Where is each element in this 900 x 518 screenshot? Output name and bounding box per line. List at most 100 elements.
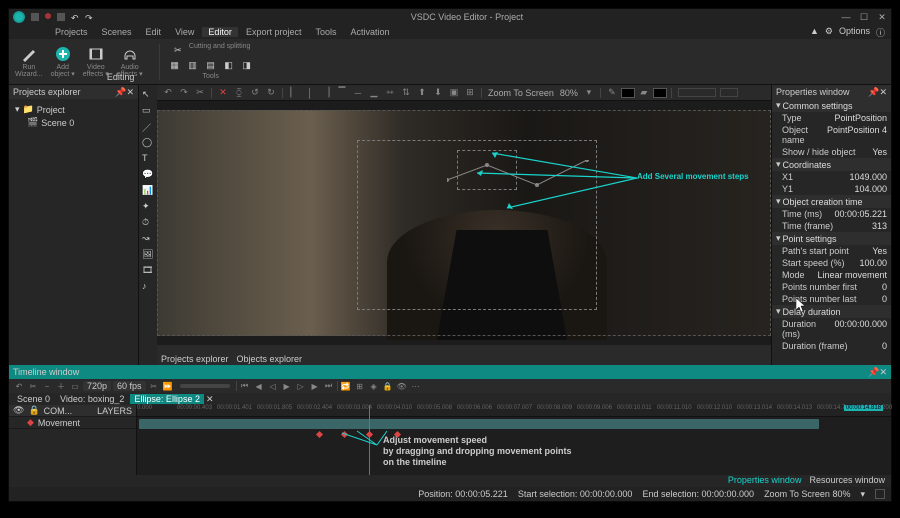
next-kf-icon[interactable]: ▷: [295, 381, 307, 391]
keyframe[interactable]: [341, 431, 348, 438]
playhead[interactable]: [369, 405, 370, 475]
lock-icon[interactable]: 🔒: [28, 405, 39, 416]
keyframe[interactable]: [366, 431, 373, 438]
tooltip-tool-icon[interactable]: 💬: [142, 169, 154, 181]
preview-canvas[interactable]: Add Several movement steps: [157, 101, 771, 345]
keyframe[interactable]: [316, 431, 323, 438]
gear-icon[interactable]: ⚙: [825, 26, 833, 39]
tree-node-scene[interactable]: 🎬 Scene 0: [27, 116, 132, 129]
dist-v-button[interactable]: ⇅: [399, 87, 413, 99]
timeline-track-area[interactable]: 0.00000:00:00.40300:00:01.40100:00:01.80…: [137, 405, 891, 475]
chevron-down-icon[interactable]: ▾: [860, 489, 865, 500]
spray-tool-icon[interactable]: ✦: [142, 201, 154, 213]
video-tool-icon[interactable]: 🎞: [142, 265, 154, 277]
property-row[interactable]: X11049.000: [772, 171, 891, 183]
new-icon[interactable]: [31, 13, 39, 21]
tl-zoomout-icon[interactable]: −: [41, 381, 53, 391]
fill-color-swatch[interactable]: [653, 88, 667, 98]
tl-speed-icon[interactable]: ⏩: [162, 381, 174, 391]
speed-slider[interactable]: [180, 384, 230, 388]
property-row[interactable]: Object namePointPosition 4: [772, 124, 891, 146]
tl-eye-icon[interactable]: 👁: [396, 381, 408, 391]
redo-icon[interactable]: ↷: [85, 13, 93, 21]
snap-button[interactable]: ⊞: [463, 87, 477, 99]
text-tool-icon[interactable]: T: [142, 153, 154, 165]
tl-split-icon[interactable]: ✂: [148, 381, 160, 391]
track-row[interactable]: ◆ Movement: [9, 417, 136, 429]
save-icon[interactable]: [57, 13, 65, 21]
property-row[interactable]: Points number last0: [772, 293, 891, 305]
property-row[interactable]: Duration (ms)00:00:00.000: [772, 318, 891, 340]
audio-tool-icon[interactable]: ♪: [142, 281, 154, 293]
property-row[interactable]: Path's start pointYes: [772, 245, 891, 257]
fill-color-icon[interactable]: ▰: [637, 87, 651, 99]
panel-close-icon[interactable]: ✕: [126, 87, 134, 98]
scissors-icon[interactable]: ✂: [171, 43, 185, 57]
next-frame-icon[interactable]: ▶: [309, 381, 321, 391]
prev-kf-icon[interactable]: ◁: [267, 381, 279, 391]
crumb-scene[interactable]: Scene 0: [13, 394, 54, 404]
tl-undo-icon[interactable]: ↶: [13, 381, 25, 391]
panel-close-icon[interactable]: ✕: [879, 87, 887, 98]
tl-cut-icon[interactable]: ✂: [27, 381, 39, 391]
redo-button[interactable]: ↷: [177, 87, 191, 99]
crumb-ellipse[interactable]: Ellipse: Ellipse 2: [130, 394, 204, 404]
movement-tool-icon[interactable]: ↝: [142, 233, 154, 245]
back-button[interactable]: ⬇: [431, 87, 445, 99]
property-row[interactable]: TypePointPosition: [772, 112, 891, 124]
align-top-button[interactable]: ▔: [335, 87, 349, 99]
info-icon[interactable]: ⓘ: [876, 26, 885, 39]
property-row[interactable]: Time (ms)00:00:05.221: [772, 208, 891, 220]
tl-snap-icon[interactable]: ⊞: [354, 381, 366, 391]
menu-projects[interactable]: Projects: [49, 27, 94, 37]
play-icon[interactable]: ▶: [281, 381, 293, 391]
group-button[interactable]: ▣: [447, 87, 461, 99]
menu-export[interactable]: Export project: [240, 27, 308, 37]
tool-3-icon[interactable]: ▤: [204, 58, 218, 72]
tab-properties[interactable]: Properties window: [728, 475, 802, 487]
goto-end-icon[interactable]: ⏭: [323, 381, 335, 391]
section-header[interactable]: ▾Delay duration: [772, 305, 891, 318]
tl-lock-icon[interactable]: 🔒: [382, 381, 394, 391]
tool-2-icon[interactable]: ▥: [186, 58, 200, 72]
property-row[interactable]: Points number first0: [772, 281, 891, 293]
menu-view[interactable]: View: [169, 27, 200, 37]
align-left-button[interactable]: ▏: [287, 87, 301, 99]
undo-icon[interactable]: ↶: [71, 13, 79, 21]
zoom-value[interactable]: 80%: [560, 88, 578, 98]
tab-objects-explorer[interactable]: Objects explorer: [237, 354, 303, 364]
menu-activation[interactable]: Activation: [344, 27, 395, 37]
selection-box-inner[interactable]: [457, 150, 517, 190]
tool-1-icon[interactable]: ▦: [168, 58, 182, 72]
tl-marker-icon[interactable]: ◈: [368, 381, 380, 391]
pen-color-swatch[interactable]: [621, 88, 635, 98]
property-row[interactable]: Show / hide objectYes: [772, 146, 891, 158]
section-header[interactable]: ▾Coordinates: [772, 158, 891, 171]
run-wizard-button[interactable]: Run Wizard...: [15, 45, 43, 78]
align-center-button[interactable]: │: [303, 87, 317, 99]
help-icon[interactable]: ▲: [810, 26, 819, 39]
property-row[interactable]: Start speed (%)100.00: [772, 257, 891, 269]
horizontal-scrollbar[interactable]: [157, 345, 771, 353]
resolution-badge[interactable]: 720p: [83, 381, 111, 391]
pin-icon[interactable]: 📌: [115, 87, 126, 98]
panel-close-icon[interactable]: ✕: [879, 367, 887, 378]
tool-4-icon[interactable]: ◧: [222, 58, 236, 72]
fps-badge[interactable]: 60 fps: [113, 381, 146, 391]
tool-5-icon[interactable]: ◨: [240, 58, 254, 72]
cut-button[interactable]: ✂: [193, 87, 207, 99]
zoom-mode-label[interactable]: Zoom To Screen: [488, 88, 554, 98]
prev-frame-icon[interactable]: ◀: [253, 381, 265, 391]
pen-color-icon[interactable]: ✎: [605, 87, 619, 99]
align-right-button[interactable]: ▕: [319, 87, 333, 99]
rotate-cw-button[interactable]: ↻: [264, 87, 278, 99]
tl-more-icon[interactable]: ⋯: [410, 381, 422, 391]
dist-h-button[interactable]: ⇿: [383, 87, 397, 99]
magnet-button[interactable]: ⧲: [232, 87, 246, 99]
property-row[interactable]: Time (frame)313: [772, 220, 891, 232]
image-tool-icon[interactable]: 🖼: [142, 249, 154, 261]
selection-box-outer[interactable]: [357, 140, 597, 310]
tl-loop-icon[interactable]: 🔁: [340, 381, 352, 391]
align-bottom-button[interactable]: ▁: [367, 87, 381, 99]
menu-editor[interactable]: Editor: [202, 27, 238, 37]
